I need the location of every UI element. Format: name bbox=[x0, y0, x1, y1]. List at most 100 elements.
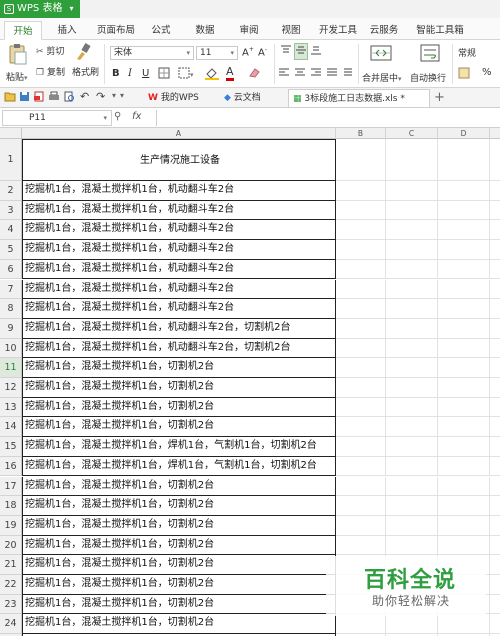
table-cell[interactable]: 挖掘机1台，混凝土搅拌机1台，切割机2台 bbox=[22, 397, 336, 418]
empty-cell[interactable] bbox=[386, 338, 438, 359]
empty-cell[interactable] bbox=[386, 535, 438, 556]
font-size-select[interactable]: 11 ▾ bbox=[196, 46, 238, 60]
align-center-icon[interactable] bbox=[294, 68, 306, 81]
column-header-b[interactable]: B bbox=[336, 128, 386, 139]
clear-format-icon[interactable] bbox=[248, 66, 262, 81]
empty-cell[interactable] bbox=[336, 417, 386, 438]
fill-color-icon[interactable] bbox=[204, 66, 222, 83]
row-header[interactable]: 3 bbox=[0, 200, 22, 221]
column-header-e[interactable] bbox=[490, 128, 500, 139]
customize-icon[interactable]: ▾ bbox=[120, 91, 124, 100]
empty-cell[interactable] bbox=[336, 437, 386, 457]
row-header[interactable]: 15 bbox=[0, 437, 22, 457]
brush-icon[interactable] bbox=[74, 43, 94, 61]
empty-cell[interactable] bbox=[336, 299, 386, 319]
empty-cell[interactable] bbox=[490, 477, 500, 497]
empty-cell[interactable] bbox=[490, 536, 500, 556]
empty-cell[interactable] bbox=[438, 515, 490, 536]
justify-icon[interactable] bbox=[326, 68, 338, 81]
empty-cell[interactable] bbox=[438, 378, 490, 398]
empty-cell[interactable] bbox=[336, 338, 386, 359]
empty-cell[interactable] bbox=[386, 358, 438, 378]
empty-cell[interactable] bbox=[336, 279, 386, 300]
empty-cell[interactable] bbox=[438, 496, 490, 516]
empty-cell[interactable] bbox=[386, 496, 438, 516]
italic-button[interactable]: I bbox=[128, 68, 132, 79]
table-cell[interactable]: 挖掘机1台，混凝土搅拌机1台，机动翻斗车2台 bbox=[22, 259, 336, 280]
empty-cell[interactable] bbox=[386, 279, 438, 300]
fx-button[interactable]: fx bbox=[132, 111, 141, 122]
table-cell[interactable]: 挖掘机1台，混凝土搅拌机1台，机动翻斗车2台 bbox=[22, 279, 336, 300]
distribute-icon[interactable] bbox=[342, 68, 354, 81]
tab-view[interactable]: 视图 bbox=[276, 21, 306, 40]
print-icon[interactable] bbox=[48, 91, 60, 105]
wrap-text-button[interactable]: 自动换行 bbox=[410, 71, 446, 84]
empty-cell[interactable] bbox=[336, 181, 386, 201]
row-header[interactable]: 10 bbox=[0, 338, 22, 359]
app-menu-button[interactable]: S WPS 表格 ▾ bbox=[0, 0, 80, 18]
empty-cell[interactable] bbox=[490, 181, 500, 201]
select-all-corner[interactable] bbox=[0, 128, 22, 139]
table-cell[interactable]: 挖掘机1台，混凝土搅拌机1台，切割机2台 bbox=[22, 594, 336, 615]
table-cell[interactable]: 挖掘机1台，混凝土搅拌机1台，机动翻斗车2台 bbox=[22, 299, 336, 319]
table-cell[interactable]: 挖掘机1台，混凝土搅拌机1台，机动翻斗车2台，切割机2台 bbox=[22, 318, 336, 339]
empty-cell[interactable] bbox=[336, 476, 386, 497]
tab-smart-tools[interactable]: 智能工具箱 bbox=[412, 21, 468, 40]
empty-cell[interactable] bbox=[490, 595, 500, 615]
empty-cell[interactable] bbox=[336, 240, 386, 260]
empty-cell[interactable] bbox=[438, 437, 490, 457]
table-cell[interactable]: 挖掘机1台，混凝土搅拌机1台，焊机1台，气割机1台，切割机2台 bbox=[22, 437, 336, 457]
align-bottom-icon[interactable] bbox=[310, 45, 322, 58]
empty-cell[interactable] bbox=[336, 358, 386, 378]
empty-cell[interactable] bbox=[336, 496, 386, 516]
table-cell[interactable]: 挖掘机1台，混凝土搅拌机1台，切割机2台 bbox=[22, 555, 336, 575]
table-cell[interactable]: 挖掘机1台，混凝土搅拌机1台，切割机2台 bbox=[22, 496, 336, 516]
empty-cell[interactable] bbox=[386, 259, 438, 280]
align-left-icon[interactable] bbox=[278, 68, 290, 81]
empty-cell[interactable] bbox=[386, 456, 438, 477]
empty-cell[interactable] bbox=[386, 437, 438, 457]
table-cell[interactable]: 挖掘机1台，混凝土搅拌机1台，机动翻斗车2台 bbox=[22, 181, 336, 201]
empty-cell[interactable] bbox=[490, 496, 500, 516]
row-header[interactable]: 5 bbox=[0, 240, 22, 260]
empty-cell[interactable] bbox=[490, 240, 500, 260]
empty-cell[interactable] bbox=[438, 476, 490, 497]
zoom-icon[interactable]: ⚲ bbox=[114, 111, 121, 122]
empty-cell[interactable] bbox=[438, 139, 490, 181]
empty-cell[interactable] bbox=[386, 476, 438, 497]
empty-cell[interactable] bbox=[386, 417, 438, 438]
empty-cell[interactable] bbox=[386, 378, 438, 398]
bold-button[interactable]: B bbox=[112, 68, 120, 79]
font-name-select[interactable]: 宋体 ▾ bbox=[110, 46, 194, 60]
column-header-c[interactable]: C bbox=[386, 128, 438, 139]
row-header[interactable]: 23 bbox=[0, 594, 22, 615]
table-cell[interactable]: 挖掘机1台，混凝土搅拌机1台，机动翻斗车2台 bbox=[22, 200, 336, 221]
open-icon[interactable] bbox=[4, 91, 16, 105]
table-cell[interactable]: 挖掘机1台，混凝土搅拌机1台，焊机1台，气割机1台，切割机2台 bbox=[22, 456, 336, 477]
empty-cell[interactable] bbox=[490, 614, 500, 635]
table-cell[interactable]: 挖掘机1台，混凝土搅拌机1台，切割机2台 bbox=[22, 614, 336, 635]
row-header[interactable]: 9 bbox=[0, 318, 22, 339]
save-icon[interactable] bbox=[19, 91, 30, 105]
empty-cell[interactable] bbox=[490, 398, 500, 418]
row-header[interactable]: 2 bbox=[0, 181, 22, 201]
align-top-icon[interactable] bbox=[280, 45, 292, 58]
row-header[interactable]: 18 bbox=[0, 496, 22, 516]
empty-cell[interactable] bbox=[438, 338, 490, 359]
tab-home[interactable]: 开始 bbox=[4, 21, 42, 40]
new-tab-icon[interactable]: + bbox=[434, 90, 445, 105]
row-header[interactable]: 22 bbox=[0, 575, 22, 595]
empty-cell[interactable] bbox=[438, 200, 490, 221]
empty-cell[interactable] bbox=[490, 319, 500, 339]
row-header[interactable]: 7 bbox=[0, 279, 22, 300]
tab-formulas[interactable]: 公式 bbox=[146, 21, 176, 40]
empty-cell[interactable] bbox=[438, 456, 490, 477]
doc-tab-cloud-docs[interactable]: ◆ 云文档 bbox=[220, 89, 286, 107]
tab-data[interactable]: 数据 bbox=[190, 21, 220, 40]
paste-button[interactable]: 粘贴▾ bbox=[6, 70, 28, 83]
empty-cell[interactable] bbox=[386, 220, 438, 241]
print-preview-icon[interactable] bbox=[64, 91, 75, 105]
empty-cell[interactable] bbox=[490, 516, 500, 536]
column-header-d[interactable]: D bbox=[438, 128, 490, 139]
empty-cell[interactable] bbox=[490, 358, 500, 378]
